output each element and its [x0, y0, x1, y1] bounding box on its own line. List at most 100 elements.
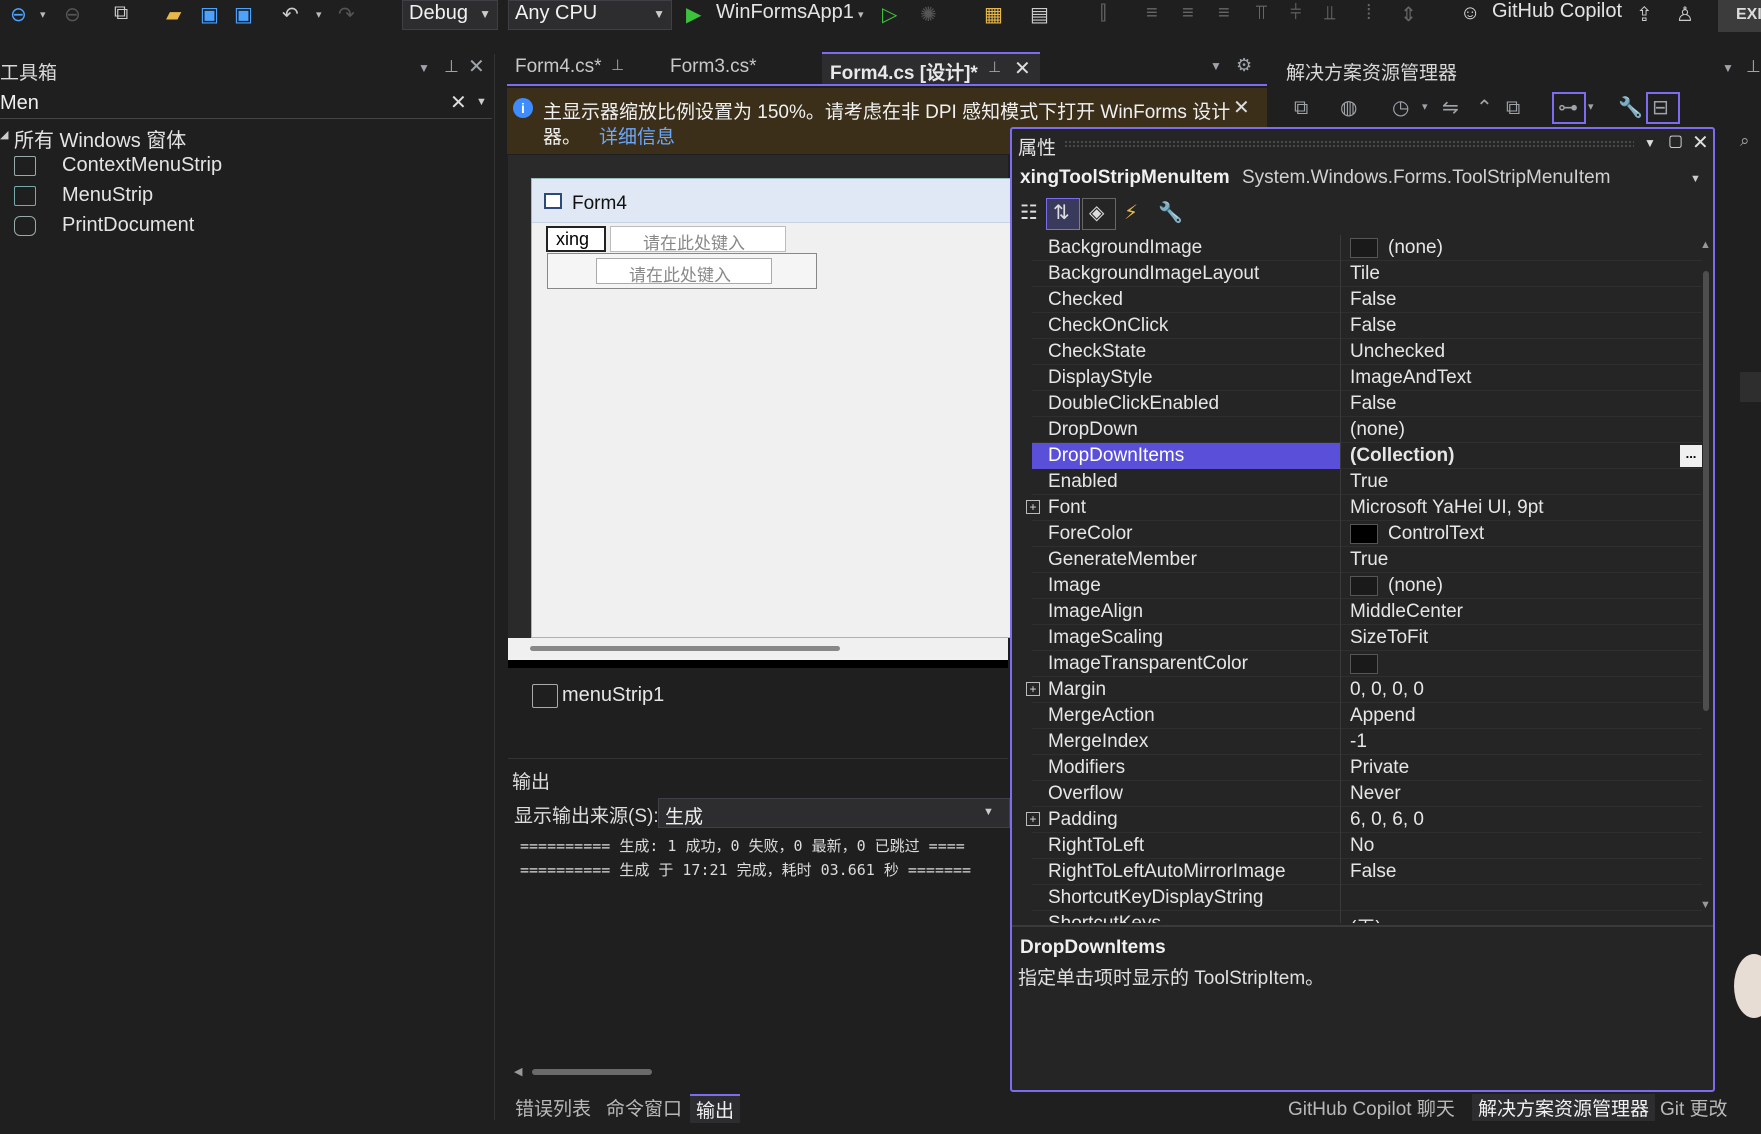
property-row[interactable]: MergeIndex -1 [1032, 729, 1702, 755]
property-value[interactable]: (none) [1350, 419, 1405, 441]
property-row[interactable]: MergeAction Append [1032, 703, 1702, 729]
history-icon[interactable]: ◷ [1392, 98, 1409, 118]
expand-icon[interactable]: + [1026, 812, 1040, 826]
expand-icon[interactable]: + [1026, 682, 1040, 696]
property-value[interactable]: Microsoft YaHei UI, 9pt [1350, 497, 1544, 519]
gear-icon[interactable]: ⚙ [1236, 56, 1252, 74]
property-value[interactable]: False [1350, 289, 1396, 311]
account-icon[interactable]: ♙ [1676, 2, 1694, 27]
categorized-icon[interactable]: ☷ [1020, 203, 1038, 223]
property-row[interactable]: DisplayStyle ImageAndText [1032, 365, 1702, 391]
property-row[interactable]: ImageScaling SizeToFit [1032, 625, 1702, 651]
chevron-down-icon[interactable]: ▾ [1588, 102, 1594, 113]
search-icon[interactable]: ⌕ [1740, 132, 1750, 149]
search-options-icon[interactable]: ▼ [476, 97, 487, 108]
pin-icon[interactable]: ⊥ [1746, 58, 1761, 75]
tray-menustrip1[interactable]: menuStrip1 [562, 684, 664, 707]
exit-button[interactable]: EXI [1718, 0, 1761, 32]
start-debug-icon[interactable]: ▶ [686, 2, 701, 27]
tab-form4-designer[interactable]: Form4.cs [设计]* ⊥ ✕ [822, 52, 1040, 84]
property-value[interactable]: ControlText [1388, 523, 1484, 545]
scroll-up-icon[interactable]: ▲ [1700, 239, 1711, 251]
align-top-icon[interactable]: ⫪ [1256, 2, 1267, 25]
chevron-down-icon[interactable]: ▼ [1722, 62, 1734, 74]
property-value[interactable]: True [1350, 471, 1388, 493]
property-row[interactable]: RightToLeftAutoMirrorImage False [1032, 859, 1702, 885]
property-value[interactable]: SizeToFit [1350, 627, 1428, 649]
property-row[interactable]: CheckState Unchecked [1032, 339, 1702, 365]
collapse-group-icon[interactable]: ◢ [0, 130, 8, 141]
scroll-thumb[interactable] [530, 646, 840, 651]
menu-item-xing[interactable]: xing [546, 226, 606, 252]
property-row[interactable]: BackgroundImageLayout Tile [1032, 261, 1702, 287]
scroll-thumb[interactable] [532, 1069, 652, 1075]
property-row[interactable]: ForeColor ControlText [1032, 521, 1702, 547]
property-row[interactable]: Enabled True [1032, 469, 1702, 495]
tab-solution-explorer[interactable]: 解决方案资源管理器 [1472, 1094, 1656, 1121]
property-value[interactable]: 6, 0, 6, 0 [1350, 809, 1424, 831]
property-row[interactable]: + Margin 0, 0, 0, 0 [1026, 677, 1702, 703]
tab-copilot-chat[interactable]: GitHub Copilot 聊天 [1288, 1094, 1455, 1121]
copilot-icon[interactable]: ☺ [1460, 2, 1480, 25]
type-here-dropdown[interactable]: 请在此处键入 [596, 258, 772, 285]
toolbox-item-menustrip[interactable]: MenuStrip [0, 182, 480, 212]
switch-view-icon[interactable]: ⧉ [1294, 98, 1308, 118]
property-row[interactable]: + Font Microsoft YaHei UI, 9pt [1026, 495, 1702, 521]
chevron-down-icon[interactable]: ▾ [1422, 102, 1428, 113]
description-divider[interactable] [1012, 925, 1713, 927]
property-value[interactable]: MiddleCenter [1350, 601, 1463, 623]
property-row[interactable]: DropDown (none) [1032, 417, 1702, 443]
start-without-debug-icon[interactable]: ▷ [882, 2, 897, 27]
close-icon[interactable]: ✕ [1233, 98, 1250, 118]
toolbox-item-contextmenustrip[interactable]: ContextMenuStrip [0, 152, 480, 182]
tab-error-list[interactable]: 错误列表 [515, 1094, 591, 1121]
designer-hscroll[interactable] [508, 638, 1008, 660]
copilot-label[interactable]: GitHub Copilot [1492, 0, 1622, 23]
property-row[interactable]: Overflow Never [1032, 781, 1702, 807]
tab-form4-cs[interactable]: Form4.cs* ⊥ [507, 52, 657, 84]
property-value[interactable]: 0, 0, 0, 0 [1350, 679, 1424, 701]
open-folder-icon[interactable]: ▰ [166, 2, 181, 27]
property-value[interactable]: Unchecked [1350, 341, 1445, 363]
collapse-all-icon[interactable]: ⌃ [1476, 98, 1493, 118]
maximize-icon[interactable]: ▢ [1668, 134, 1683, 150]
run-dropdown-icon[interactable]: ▾ [858, 8, 864, 21]
share-icon[interactable]: ⇪ [1636, 2, 1653, 27]
align-icon[interactable]: ⫿ [1100, 2, 1106, 25]
run-target-label[interactable]: WinFormsApp1 [716, 1, 854, 24]
spacing-icon[interactable]: ⁞ [1366, 2, 1372, 25]
property-value[interactable]: Never [1350, 783, 1401, 805]
align-bottom-icon[interactable]: ⫫ [1324, 2, 1335, 25]
redo-icon[interactable]: ↷ [338, 2, 355, 27]
align-left-icon[interactable]: ≡ [1146, 2, 1158, 25]
object-selector[interactable]: xingToolStripMenuItem System.Windows.For… [1018, 165, 1712, 193]
back-dropdown-icon[interactable]: ▾ [40, 8, 46, 21]
pin-icon[interactable]: ⊥ [444, 58, 459, 75]
find-in-files-icon[interactable]: ▦ [984, 2, 1003, 27]
undo-dropdown-icon[interactable]: ▾ [316, 8, 322, 21]
properties-titlebar[interactable]: 属性 ▼ ▢ ✕ [1012, 129, 1713, 159]
property-value[interactable]: False [1350, 861, 1396, 883]
property-grid-scrollbar[interactable]: ▲ ▼ [1700, 235, 1712, 923]
undo-icon[interactable]: ↶ [282, 2, 299, 27]
back-icon[interactable]: ⊖ [10, 2, 27, 27]
toolbox-item-printdocument[interactable]: PrintDocument [0, 212, 480, 242]
property-row[interactable]: + Padding 6, 0, 6, 0 [1026, 807, 1702, 833]
output-source-select[interactable]: 生成 ▼ [658, 798, 1010, 828]
tab-output[interactable]: 输出 [690, 1094, 741, 1123]
property-row[interactable]: GenerateMember True [1032, 547, 1702, 573]
tab-overflow-icon[interactable]: ▼ [1210, 60, 1222, 72]
property-row[interactable]: ShortcutKeyDisplayString [1032, 885, 1702, 911]
platform-select[interactable]: Any CPU ▼ [508, 0, 672, 30]
vertical-spacing-icon[interactable]: ⇕ [1400, 2, 1417, 27]
property-value[interactable]: True [1350, 549, 1388, 571]
align-right-icon[interactable]: ≡ [1218, 2, 1230, 25]
property-value[interactable]: (none) [1388, 237, 1443, 259]
close-icon[interactable]: ✕ [1014, 59, 1031, 79]
pin-icon[interactable]: ⊥ [988, 60, 1001, 75]
drag-grip[interactable] [1064, 140, 1634, 148]
form4-window[interactable]: Form4 xing 请在此处键入 请在此处键入 [531, 178, 1012, 638]
close-icon[interactable]: ✕ [1692, 133, 1709, 153]
events-icon[interactable]: ⚡ [1124, 203, 1138, 223]
property-value[interactable]: (Collection) [1350, 445, 1455, 467]
